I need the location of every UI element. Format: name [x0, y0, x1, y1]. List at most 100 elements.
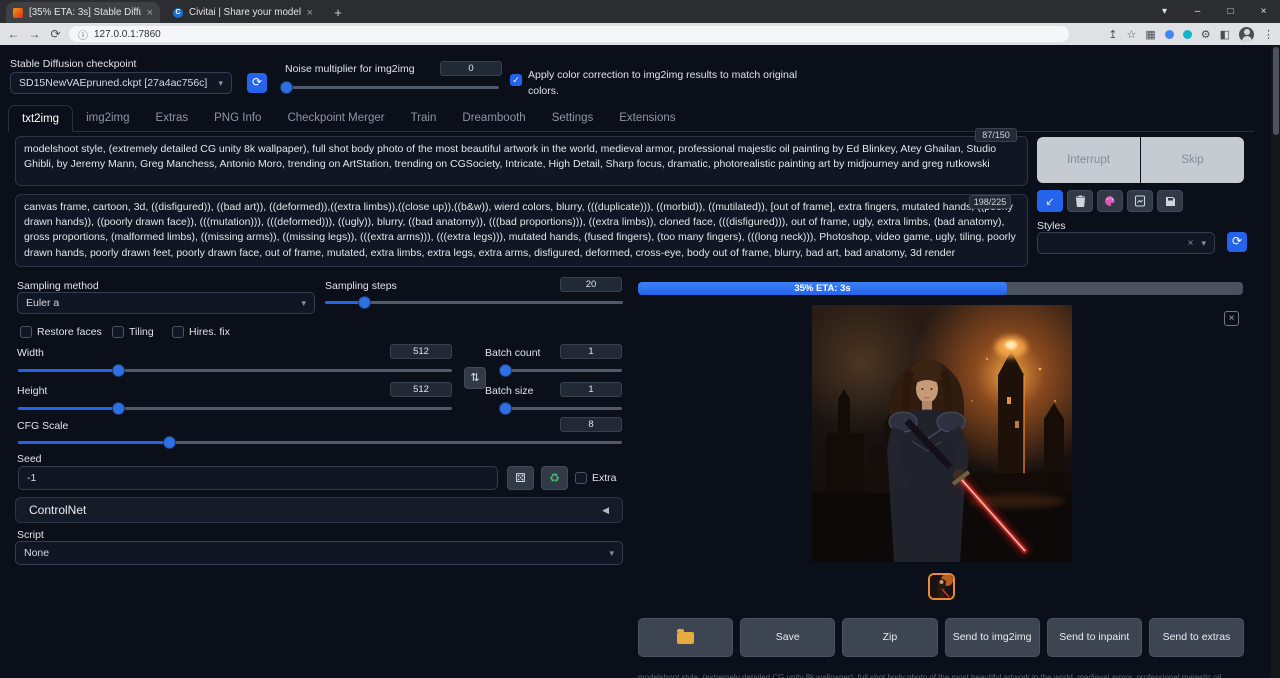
extra-networks-button[interactable]: [1097, 190, 1123, 212]
send-to-img2img-button[interactable]: Send to img2img: [945, 618, 1040, 657]
batch-count-label: Batch count: [485, 347, 540, 359]
back-button[interactable]: ←: [6, 27, 21, 41]
batch-count-slider[interactable]: [500, 364, 622, 376]
side-panel-icon[interactable]: ◧: [1220, 28, 1230, 41]
extension-icon-teal[interactable]: [1183, 30, 1192, 39]
batch-size-label: Batch size: [485, 385, 533, 397]
extra-seed-checkbox[interactable]: [575, 472, 587, 484]
batch-size-slider[interactable]: [500, 402, 622, 414]
height-slider[interactable]: [18, 402, 452, 414]
site-info-icon[interactable]: ⓘ: [78, 27, 88, 42]
sampling-steps-value[interactable]: 20: [560, 277, 622, 292]
window-maximize-button[interactable]: □: [1214, 0, 1247, 23]
bookmark-star-icon[interactable]: ☆: [1126, 28, 1136, 41]
folder-icon: [677, 632, 694, 644]
tab-txt2img[interactable]: txt2img: [8, 105, 73, 132]
tiling-checkbox[interactable]: [112, 326, 124, 338]
controlnet-accordion[interactable]: ControlNet ◀: [15, 497, 623, 523]
extra-seed-label: Extra: [592, 472, 617, 484]
tiling-label: Tiling: [129, 326, 154, 338]
apps-grid-icon[interactable]: ▦: [1145, 28, 1155, 41]
scrollbar-thumb[interactable]: [1273, 47, 1279, 135]
tab-search-chevron-icon[interactable]: ▾: [1148, 0, 1181, 23]
styles-dropdown[interactable]: × ▾: [1037, 232, 1215, 254]
color-correction-checkbox[interactable]: ✓: [510, 74, 522, 86]
tab-close-icon[interactable]: ×: [307, 7, 313, 19]
tab-close-icon[interactable]: ×: [147, 7, 153, 19]
toolbar-icons: ↥ ☆ ▦ ⚙ ◧ ⋮: [1108, 27, 1274, 42]
sampling-method-label: Sampling method: [17, 280, 99, 292]
reuse-seed-button[interactable]: ♻: [541, 466, 568, 490]
noise-multiplier-value[interactable]: 0: [440, 61, 502, 76]
browser-tab-strip: [35% ETA: 3s] Stable Diffusion × C Civit…: [0, 0, 1280, 23]
checkpoint-dropdown[interactable]: SD15NewVAEpruned.ckpt [27a4ac756c] ▾: [10, 72, 232, 94]
open-folder-button[interactable]: [638, 618, 733, 657]
noise-multiplier-slider[interactable]: [281, 81, 499, 93]
width-slider[interactable]: [18, 364, 452, 376]
tab-dreambooth[interactable]: Dreambooth: [449, 105, 538, 131]
clear-prompt-button[interactable]: [1067, 190, 1093, 212]
seed-input[interactable]: [18, 466, 498, 490]
refresh-checkpoint-button[interactable]: ⟳: [247, 73, 267, 93]
forward-button[interactable]: →: [27, 27, 42, 41]
generated-image[interactable]: [812, 305, 1072, 562]
swap-width-height-button[interactable]: ⇅: [464, 367, 486, 389]
script-dropdown[interactable]: None ▾: [15, 541, 623, 565]
height-value[interactable]: 512: [390, 382, 452, 397]
browser-window: [35% ETA: 3s] Stable Diffusion × C Civit…: [0, 0, 1280, 678]
page-scrollbar[interactable]: [1271, 45, 1280, 678]
clear-styles-icon[interactable]: ×: [1188, 238, 1202, 249]
noise-multiplier-label: Noise multiplier for img2img: [285, 63, 415, 75]
restore-faces-checkbox[interactable]: [20, 326, 32, 338]
script-label: Script: [17, 529, 44, 541]
width-value[interactable]: 512: [390, 344, 452, 359]
apply-style-button[interactable]: [1127, 190, 1153, 212]
cfg-scale-slider[interactable]: [18, 436, 622, 448]
tab-png-info[interactable]: PNG Info: [201, 105, 274, 131]
refresh-styles-button[interactable]: ⟳: [1227, 232, 1247, 252]
send-to-extras-button[interactable]: Send to extras: [1149, 618, 1244, 657]
batch-size-value[interactable]: 1: [560, 382, 622, 397]
menu-kebab-icon[interactable]: ⋮: [1263, 28, 1274, 41]
extension-icon-blue[interactable]: [1165, 30, 1174, 39]
tab-extras[interactable]: Extras: [143, 105, 202, 131]
tab-settings[interactable]: Settings: [539, 105, 607, 131]
negative-prompt-input[interactable]: canvas frame, cartoon, 3d, ((disfigured)…: [15, 194, 1028, 267]
close-preview-button[interactable]: ×: [1224, 311, 1239, 326]
address-bar[interactable]: ⓘ 127.0.0.1:7860: [69, 26, 1069, 42]
restore-faces-label: Restore faces: [37, 326, 102, 338]
tab-extensions[interactable]: Extensions: [606, 105, 688, 131]
sampling-method-dropdown[interactable]: Euler a ▾: [17, 292, 315, 314]
save-style-button[interactable]: [1157, 190, 1183, 212]
batch-count-value[interactable]: 1: [560, 344, 622, 359]
reload-button[interactable]: ⟳: [48, 27, 63, 41]
gallery-thumbnail[interactable]: [928, 573, 955, 600]
read-generation-params-button[interactable]: ↙: [1037, 190, 1063, 212]
window-minimize-button[interactable]: –: [1181, 0, 1214, 23]
tab-img2img[interactable]: img2img: [73, 105, 142, 131]
send-to-inpaint-button[interactable]: Send to inpaint: [1047, 618, 1142, 657]
progress-bar: 35% ETA: 3s: [638, 282, 1243, 295]
random-seed-button[interactable]: ⚄: [507, 466, 534, 490]
negative-token-counter: 198/225: [969, 195, 1011, 209]
save-button[interactable]: Save: [740, 618, 835, 657]
window-close-button[interactable]: ×: [1247, 0, 1280, 23]
prompt-tool-buttons: ↙: [1037, 190, 1183, 212]
profile-avatar[interactable]: [1239, 27, 1254, 42]
checkpoint-label: Stable Diffusion checkpoint: [10, 58, 136, 70]
share-icon[interactable]: ↥: [1108, 28, 1117, 41]
tab-checkpoint-merger[interactable]: Checkpoint Merger: [274, 105, 397, 131]
browser-tab-civitai[interactable]: C Civitai | Share your models ×: [166, 2, 320, 23]
new-tab-button[interactable]: +: [328, 3, 348, 23]
settings-gear-icon[interactable]: ⚙: [1201, 28, 1211, 41]
browser-tab-stable-diffusion[interactable]: [35% ETA: 3s] Stable Diffusion ×: [6, 2, 160, 23]
interrupt-button[interactable]: Interrupt: [1037, 137, 1140, 183]
cfg-scale-value[interactable]: 8: [560, 417, 622, 432]
zip-button[interactable]: Zip: [842, 618, 937, 657]
hires-fix-checkbox[interactable]: [172, 326, 184, 338]
prompt-input[interactable]: modelshoot style, (extremely detailed CG…: [15, 136, 1028, 186]
civitai-favicon: C: [173, 8, 183, 18]
skip-button[interactable]: Skip: [1141, 137, 1244, 183]
tab-train[interactable]: Train: [398, 105, 450, 131]
sampling-steps-slider[interactable]: [325, 296, 623, 308]
